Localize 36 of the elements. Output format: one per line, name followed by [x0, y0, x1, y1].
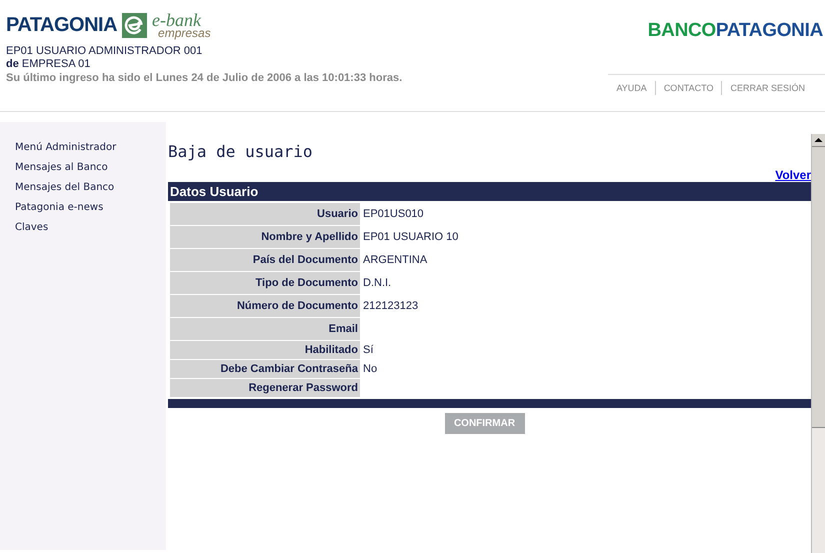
swirl-logo-icon: [122, 12, 148, 38]
back-link[interactable]: Volver: [775, 168, 811, 182]
sidebar-item[interactable]: Claves: [15, 218, 166, 238]
field-value: EP01 USUARIO 10: [362, 231, 458, 243]
field-label: Email: [170, 318, 360, 340]
field-label: Regenerar Password: [170, 379, 360, 397]
field-label: Tipo de Documento: [170, 272, 360, 294]
ebank-logo-text: e-bank: [152, 12, 202, 28]
page-title: Baja de usuario: [168, 142, 314, 162]
field-label: País del Documento: [170, 249, 360, 271]
header-link[interactable]: AYUDA: [608, 81, 655, 95]
section-header: Datos Usuario: [168, 182, 811, 201]
field-label: Número de Documento: [170, 295, 360, 317]
brand-logo-text: PATAGONIA: [6, 14, 118, 36]
header-link[interactable]: CONTACTO: [654, 81, 722, 95]
sidebar-item[interactable]: Menú Administrador: [15, 138, 166, 158]
field-label: Usuario: [170, 203, 360, 225]
scrollbar[interactable]: [811, 134, 825, 553]
ebank-subtitle: empresas: [158, 28, 211, 38]
field-label: Debe Cambiar Contraseña: [170, 360, 360, 378]
company-name: de EMPRESA 01: [6, 58, 92, 71]
field-value: No: [362, 363, 378, 375]
field-value: 212123123: [362, 300, 418, 312]
last-login-text: Su último ingreso ha sido el Lunes 24 de Julio de 2006 a las 10:01:33 horas.: [6, 71, 402, 85]
field-value: Sí: [362, 344, 374, 356]
sidebar-item[interactable]: Patagonia e-news: [15, 198, 166, 218]
field-value: D.N.I.: [362, 277, 392, 289]
user-name: EP01 USUARIO ADMINISTRADOR 001: [6, 45, 204, 58]
sidebar-item[interactable]: Mensajes del Banco: [15, 178, 166, 198]
field-label: Habilitado: [170, 341, 360, 359]
field-value: ARGENTINA: [362, 254, 428, 266]
field-label: Nombre y Apellido: [170, 226, 360, 248]
bank-logo-text: BANCOPATAGONIA: [648, 20, 824, 42]
sidebar-item[interactable]: Mensajes al Banco: [15, 158, 166, 178]
field-value: EP01US010: [362, 208, 424, 220]
header-link[interactable]: CERRAR SESIÓN: [721, 81, 813, 95]
